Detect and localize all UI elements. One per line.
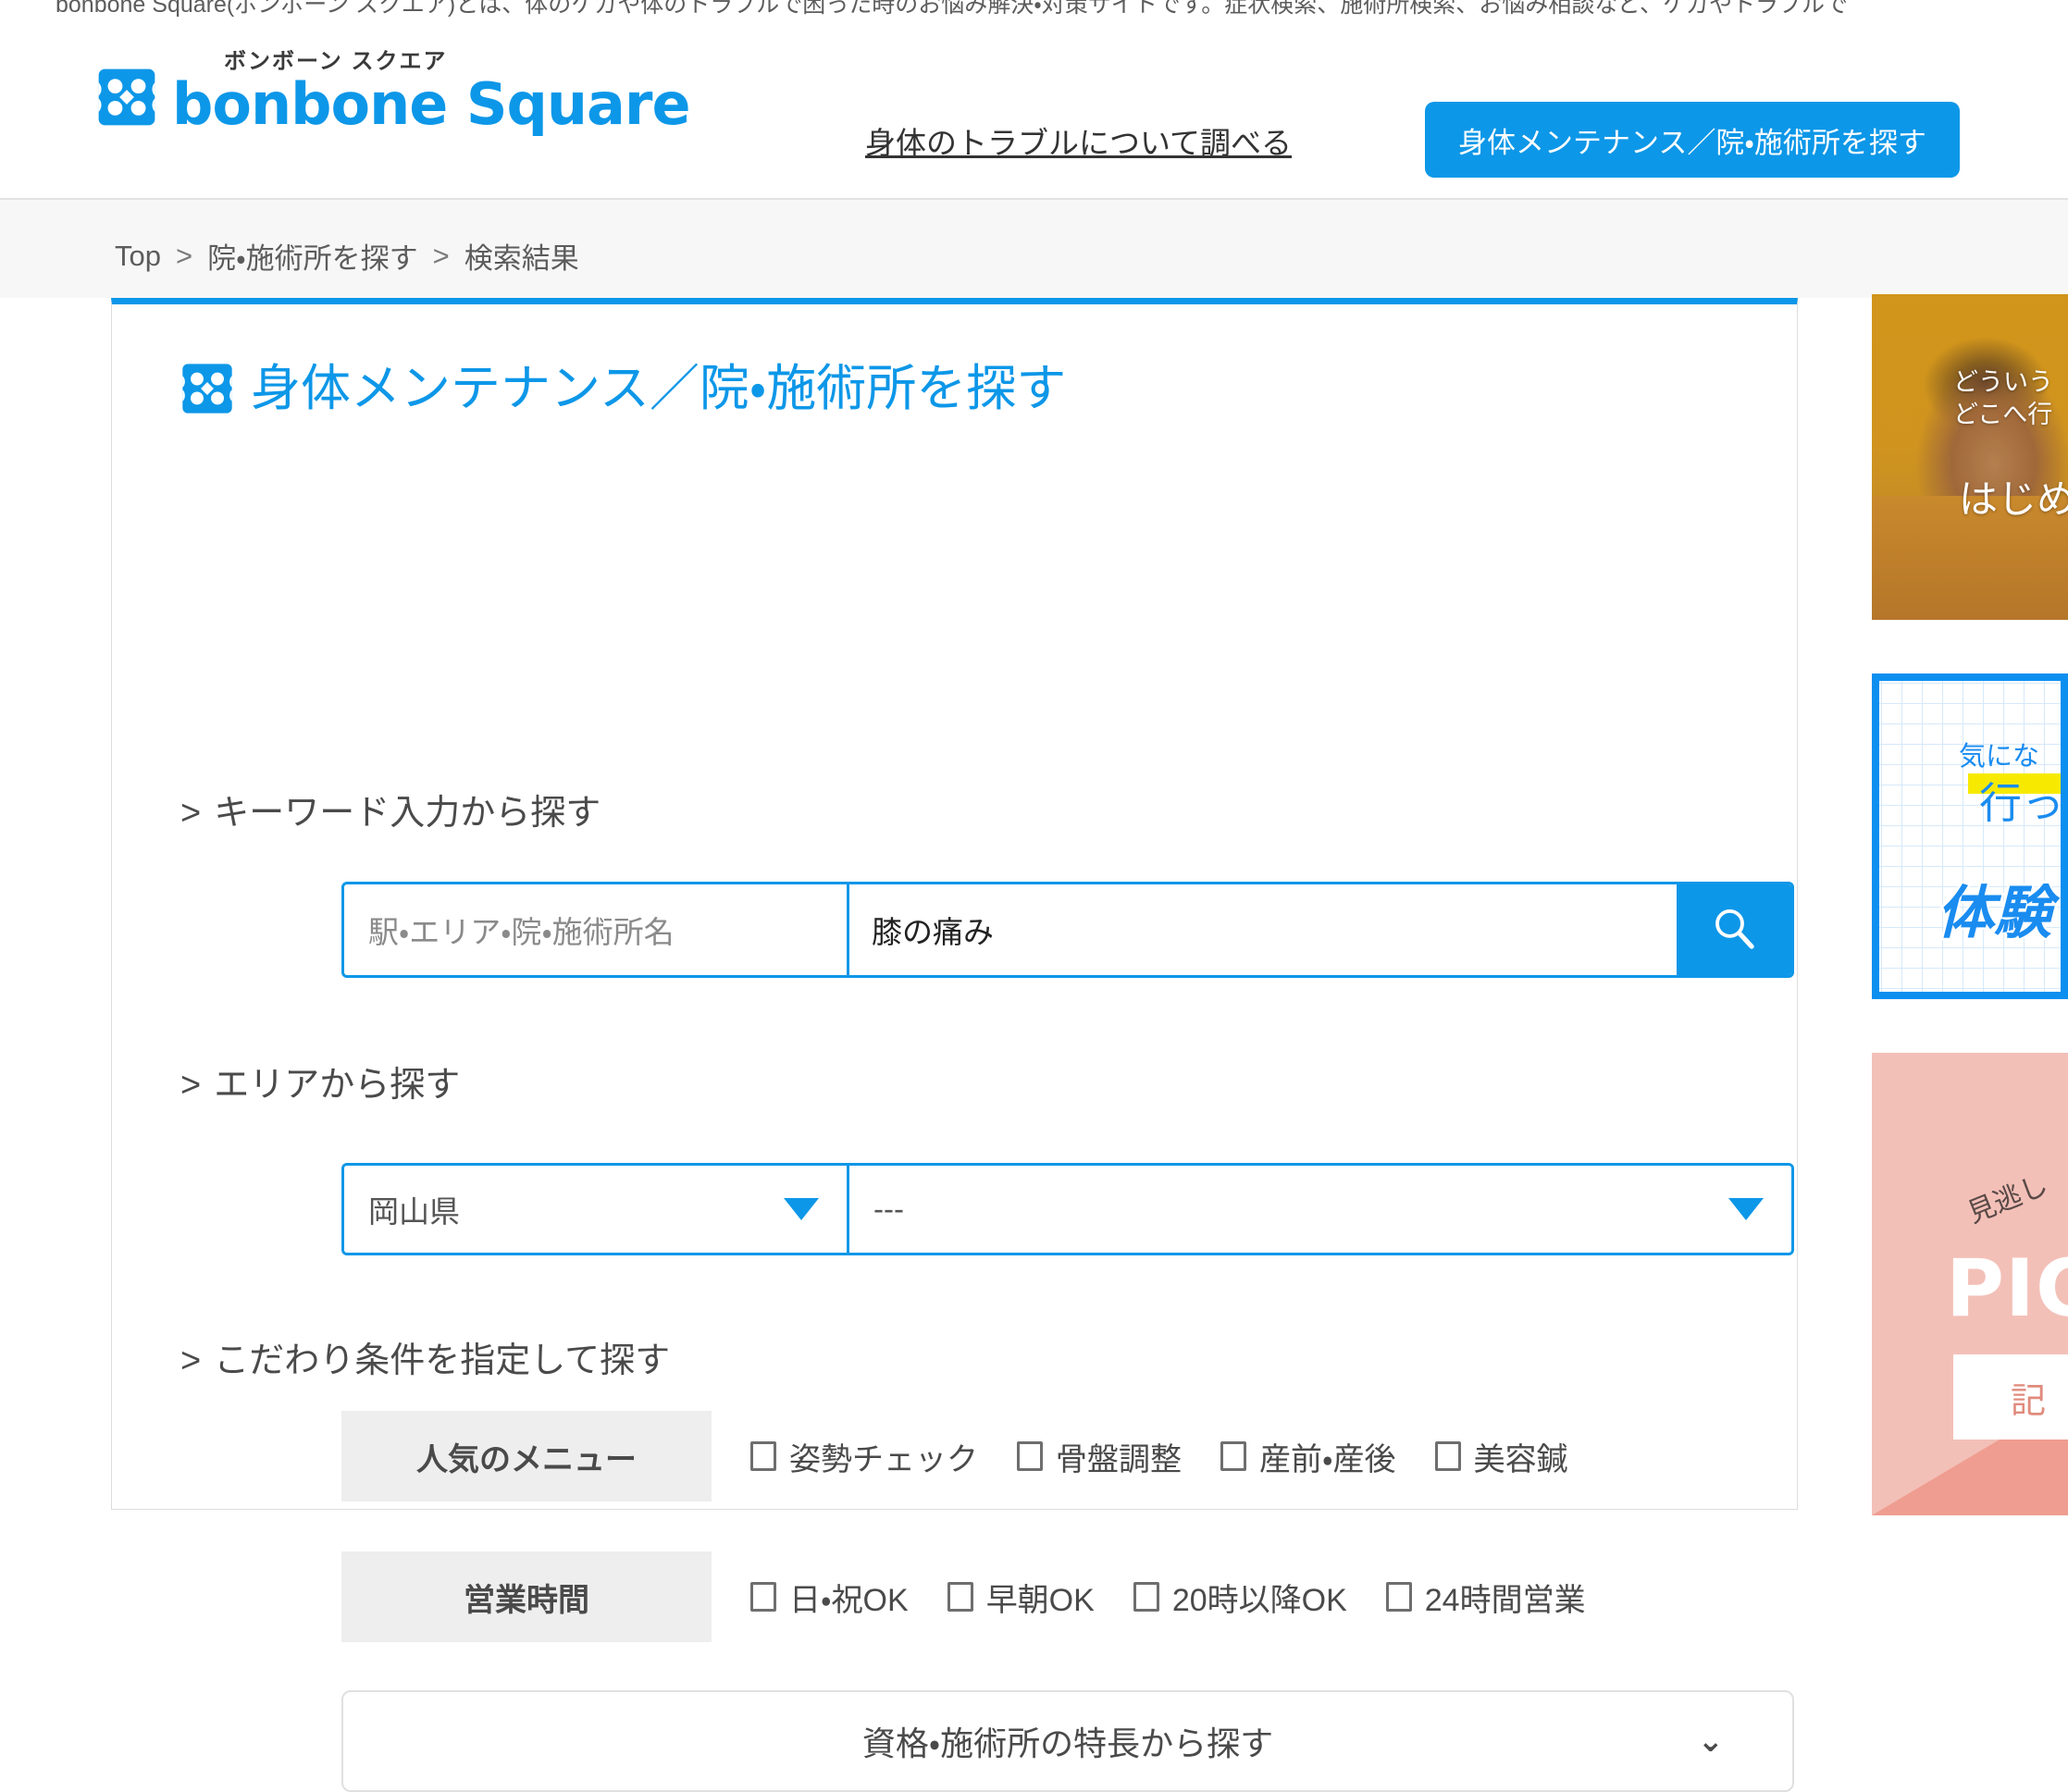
checkbox-posture-check[interactable]: 姿勢チェック: [750, 1434, 978, 1479]
chevron-right-icon: >: [180, 1341, 202, 1380]
accordion-label: 資格・施術所の特長から探す: [861, 1724, 1274, 1762]
banner-experience-report[interactable]: 気にな 行っ 体験: [1872, 674, 2068, 999]
keyword-search-input[interactable]: [849, 884, 1677, 975]
top-notice-marquee: bonbone Square(ボンボーン スクエア)とは、体のケガや体のトラブル…: [56, 0, 1848, 18]
sidebar-banner-rail: どういう どこへ行 はじめ 気にな 行っ 体験 見逃し PIC 記: [1872, 294, 2068, 1515]
checkbox-label: 骨盤調整: [1056, 1441, 1182, 1477]
checkbox-label: 美容鍼: [1473, 1441, 1568, 1477]
condition-options: 日・祝OK 早朝OK 20時以降OK 24時間営業: [750, 1551, 1625, 1642]
prefecture-select[interactable]: 岡山県: [344, 1166, 849, 1253]
breadcrumb-item-search-results: 検索結果: [464, 242, 579, 275]
checkbox-24h-open[interactable]: 24時間営業: [1385, 1575, 1586, 1620]
bonbone-logo-icon: [96, 67, 157, 128]
breadcrumb-item-top[interactable]: Top: [115, 240, 161, 273]
checkbox-pelvis-adjust[interactable]: 骨盤調整: [1017, 1434, 1182, 1479]
area-search-row: 岡山県 ---: [341, 1163, 1794, 1255]
page-title: 身体メンテナンス／院・施術所を探す: [180, 362, 1066, 415]
prefecture-select-value: 岡山県: [368, 1194, 460, 1229]
section-heading-area: > エリアから探す: [180, 1056, 460, 1106]
keyword-search-row: 駅・エリア・院・施術所名: [341, 882, 1794, 978]
breadcrumb-separator: >: [175, 239, 193, 272]
chevron-down-icon: ⌄: [1697, 1724, 1725, 1759]
section-heading-conditions-label: こだわり条件を指定して探す: [214, 1341, 671, 1380]
section-heading-area-label: エリアから探す: [214, 1066, 461, 1105]
banner-pickup[interactable]: 見逃し PIC 記: [1872, 1053, 2068, 1515]
checkbox-box-icon[interactable]: [947, 1582, 973, 1612]
condition-row-popular-menu: 人気のメニュー 姿勢チェック 骨盤調整 産前・産後 美容鍼: [341, 1411, 1607, 1502]
condition-row-business-hours: 営業時間 日・祝OK 早朝OK 20時以降OK 24時間営業: [341, 1551, 1625, 1642]
checkbox-label: 20時以降OK: [1171, 1582, 1347, 1618]
checkbox-box-icon[interactable]: [1434, 1441, 1461, 1471]
banner-pickup-rotated-text: 見逃し: [1963, 1169, 2052, 1230]
site-header: ボンボーン スクエア bonbone Square 身体のトラブルについて調べる…: [0, 20, 2068, 200]
banner-experience-line2: 行っ: [1979, 779, 2064, 827]
banner-beginner-line1: どういう どこへ行: [1953, 366, 2053, 430]
condition-row-label: 人気のメニュー: [341, 1411, 712, 1502]
checkbox-beauty-acupuncture[interactable]: 美容鍼: [1434, 1434, 1568, 1479]
header-cta-find-clinic[interactable]: 身体メンテナンス／院・施術所を探す: [1425, 102, 1960, 178]
nav-link-body-trouble[interactable]: 身体のトラブルについて調べる: [865, 118, 1292, 163]
city-select[interactable]: ---: [849, 1166, 1791, 1253]
bonbone-logo-icon: [180, 362, 234, 415]
page-title-text: 身体メンテナンス／院・施術所を探す: [251, 361, 1067, 416]
banner-beginner-line3: はじめ: [1959, 477, 2068, 521]
breadcrumb: Top > 院・施術所を探す > 検索結果: [115, 235, 579, 277]
accordion-qualification-features[interactable]: 資格・施術所の特長から探す ⌄: [341, 1690, 1794, 1792]
checkbox-label: 産前・産後: [1259, 1441, 1396, 1477]
logo-kana-text: ボンボーン スクエア: [224, 49, 448, 74]
checkbox-box-icon[interactable]: [1017, 1441, 1043, 1471]
city-select-value: ---: [873, 1192, 904, 1226]
banner-pickup-headline: PIC: [1946, 1242, 2068, 1335]
chevron-down-icon: [1728, 1198, 1764, 1220]
section-heading-keyword: > キーワード入力から探す: [180, 784, 601, 834]
chevron-right-icon: >: [180, 1066, 202, 1105]
banner-beginner-line2-text: どこへ行: [1953, 400, 2053, 428]
checkbox-label: 日・祝OK: [789, 1582, 909, 1618]
checkbox-label: 早朝OK: [985, 1582, 1095, 1618]
logo-wordmark: bonbone Square: [172, 70, 690, 138]
keyword-search-button[interactable]: [1677, 884, 1791, 975]
checkbox-early-morning-ok[interactable]: 早朝OK: [947, 1575, 1095, 1620]
chevron-right-icon: >: [180, 794, 202, 833]
search-panel: 身体メンテナンス／院・施術所を探す > キーワード入力から探す 駅・エリア・院・施…: [111, 298, 1798, 1792]
chevron-down-icon: [784, 1198, 819, 1220]
checkbox-label: 姿勢チェック: [789, 1441, 978, 1477]
site-logo[interactable]: ボンボーン スクエア bonbone Square: [96, 49, 690, 133]
checkbox-box-icon[interactable]: [1385, 1582, 1412, 1612]
checkbox-box-icon[interactable]: [750, 1582, 776, 1612]
checkbox-prenatal-postnatal[interactable]: 産前・産後: [1220, 1434, 1396, 1479]
checkbox-box-icon[interactable]: [1220, 1441, 1246, 1471]
keyword-field-label: 駅・エリア・院・施術所名: [344, 884, 849, 975]
checkbox-after-20-ok[interactable]: 20時以降OK: [1133, 1575, 1347, 1620]
banner-beginner-guide[interactable]: どういう どこへ行 はじめ: [1872, 294, 2068, 620]
banner-experience-line1: 気にな: [1959, 742, 2040, 772]
banner-beginner-line1-text: どういう: [1953, 368, 2053, 396]
checkbox-sunday-holiday-ok[interactable]: 日・祝OK: [750, 1575, 909, 1620]
breadcrumb-separator: >: [432, 239, 450, 272]
banner-pickup-button[interactable]: 記: [1953, 1354, 2068, 1440]
breadcrumb-item-find-clinic[interactable]: 院・施術所を探す: [207, 235, 418, 277]
breadcrumb-bar: Top > 院・施術所を探す > 検索結果: [0, 200, 2068, 298]
checkbox-box-icon[interactable]: [1133, 1582, 1159, 1612]
condition-options: 姿勢チェック 骨盤調整 産前・産後 美容鍼: [750, 1411, 1607, 1502]
section-heading-keyword-label: キーワード入力から探す: [214, 794, 601, 833]
checkbox-box-icon[interactable]: [750, 1441, 776, 1471]
banner-experience-line3: 体験: [1934, 880, 2053, 948]
checkbox-label: 24時間営業: [1424, 1582, 1586, 1618]
section-heading-conditions: > こだわり条件を指定して探す: [180, 1331, 670, 1382]
condition-row-label: 営業時間: [341, 1551, 712, 1642]
search-icon: [1709, 904, 1759, 957]
